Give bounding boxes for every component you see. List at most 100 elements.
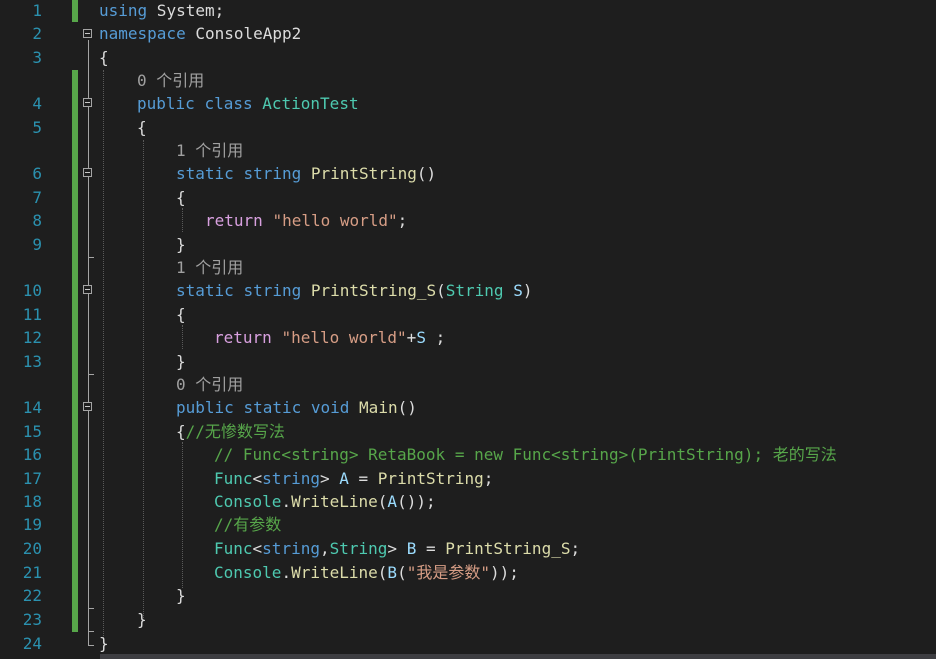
code-line-9[interactable]: } xyxy=(176,234,186,256)
token: "hello world" xyxy=(281,328,407,347)
line-number: 2 xyxy=(32,24,42,43)
code-line-24[interactable]: } xyxy=(99,633,109,655)
codelens-references[interactable]: 0 个引用 xyxy=(137,70,204,92)
code-line-14[interactable]: public static void Main() xyxy=(176,397,417,419)
token: PrintString xyxy=(377,469,484,488)
token: A xyxy=(339,469,349,488)
token: Func xyxy=(214,539,253,558)
token: S xyxy=(416,328,426,347)
token: > xyxy=(319,469,330,488)
code-line-22[interactable]: } xyxy=(176,585,186,607)
indent-guide xyxy=(182,325,183,349)
token: static xyxy=(176,164,234,183)
collapse-toggle-icon[interactable] xyxy=(83,402,92,411)
token: WriteLine xyxy=(291,492,378,511)
token: "hello world" xyxy=(272,211,398,230)
token: = xyxy=(416,539,446,558)
indent-guide xyxy=(182,442,183,588)
token: string xyxy=(243,281,302,300)
token: return xyxy=(214,328,272,347)
line-number: 4 xyxy=(32,94,42,113)
collapse-toggle-icon[interactable] xyxy=(83,168,92,177)
line-number: 8 xyxy=(32,211,42,230)
token: B xyxy=(387,563,398,582)
token: ( xyxy=(397,563,407,582)
code-line-17[interactable]: Func<string> A = PrintString; xyxy=(214,468,493,490)
code-line-23[interactable]: } xyxy=(137,609,147,631)
token: public xyxy=(176,398,234,417)
token: public xyxy=(137,94,195,113)
line-number: 19 xyxy=(22,515,42,534)
token: void xyxy=(310,398,350,417)
fold-end-mark xyxy=(88,374,94,375)
code-line-15[interactable]: {//无惨数写法 xyxy=(176,421,285,443)
collapse-toggle-icon[interactable] xyxy=(83,98,92,107)
token: S xyxy=(513,281,523,300)
token: WriteLine xyxy=(291,563,378,582)
token: + xyxy=(406,328,417,347)
token: } xyxy=(176,352,186,371)
token: )); xyxy=(489,563,519,582)
code-line-6[interactable]: static string PrintString() xyxy=(176,163,436,185)
code-line-8[interactable]: return "hello world"; xyxy=(205,210,407,232)
token: ActionTest xyxy=(262,94,359,113)
token: { xyxy=(176,188,186,207)
indent-guide xyxy=(182,208,183,232)
code-line-21[interactable]: Console.WriteLine(B("我是参数")); xyxy=(214,562,519,584)
token: { xyxy=(176,422,186,441)
token: ( xyxy=(436,281,446,300)
horizontal-scrollbar[interactable] xyxy=(100,654,936,659)
token: < xyxy=(252,539,263,558)
code-line-2[interactable]: namespace ConsoleApp2 xyxy=(99,23,301,45)
fold-end-mark xyxy=(88,631,94,632)
code-line-5[interactable]: { xyxy=(137,117,147,139)
token: } xyxy=(176,586,186,605)
codelens-references[interactable]: 1 个引用 xyxy=(176,140,243,162)
codelens-references[interactable]: 1 个引用 xyxy=(176,257,243,279)
code-line-11[interactable]: { xyxy=(176,304,186,326)
code-line-10[interactable]: static string PrintString_S(String S) xyxy=(176,280,532,302)
line-number: 1 xyxy=(32,1,42,20)
code-line-12[interactable]: return "hello world"+S ; xyxy=(214,327,445,349)
token: PrintString_S xyxy=(310,281,437,300)
code-line-4[interactable]: public class ActionTest xyxy=(137,93,359,115)
codelens-references[interactable]: 0 个引用 xyxy=(176,374,243,396)
token: () xyxy=(397,398,417,417)
collapse-toggle-icon[interactable] xyxy=(83,285,92,294)
line-number: 9 xyxy=(32,235,42,254)
code-line-13[interactable]: } xyxy=(176,351,186,373)
line-number: 3 xyxy=(32,48,42,67)
code-line-16[interactable]: // Func<string> RetaBook = new Func<stri… xyxy=(214,444,837,466)
code-line-19[interactable]: //有参数 xyxy=(214,514,281,536)
change-marker xyxy=(72,0,78,22)
token: string xyxy=(262,539,320,558)
fold-end-mark xyxy=(88,257,94,258)
token: return xyxy=(205,211,263,230)
token: { xyxy=(176,305,186,324)
token: } xyxy=(99,634,109,653)
token: } xyxy=(137,610,147,629)
code-line-18[interactable]: Console.WriteLine(A()); xyxy=(214,491,436,513)
token: ( xyxy=(377,563,388,582)
token: ) xyxy=(522,281,533,300)
line-number: 13 xyxy=(22,352,42,371)
token: class xyxy=(204,94,253,113)
code-line-7[interactable]: { xyxy=(176,187,186,209)
code-line-3[interactable]: { xyxy=(99,47,109,69)
code-line-1[interactable]: using System; xyxy=(99,0,224,22)
line-number: 22 xyxy=(22,586,42,605)
code-editor[interactable]: 1 2 3 4 5 6 7 8 9 10 11 12 13 14 15 16 1… xyxy=(0,0,936,659)
code-line-20[interactable]: Func<string,String> B = PrintString_S; xyxy=(214,538,580,560)
collapse-toggle-icon[interactable] xyxy=(83,29,92,38)
token: String xyxy=(329,539,388,558)
line-number: 7 xyxy=(32,188,42,207)
indent-guide xyxy=(143,140,144,620)
token: , xyxy=(319,539,330,558)
